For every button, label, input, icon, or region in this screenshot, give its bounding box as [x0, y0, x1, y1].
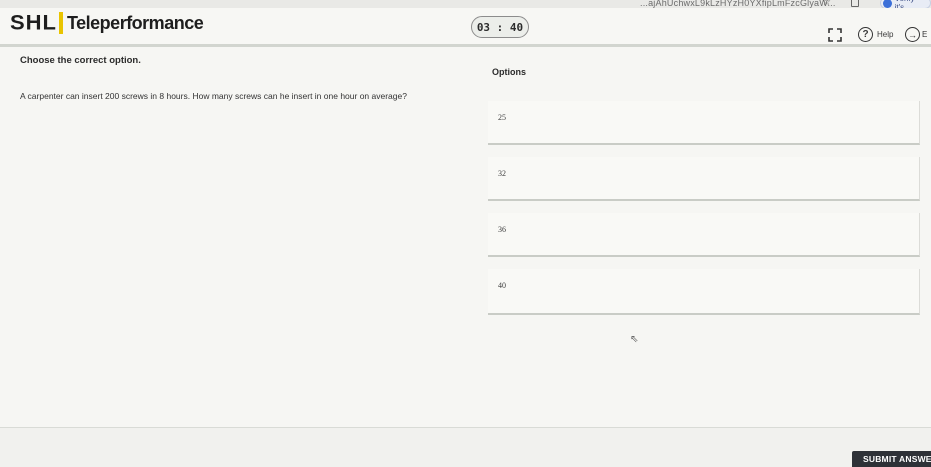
option-label: 32 — [498, 169, 506, 178]
option-40[interactable]: 40 — [488, 269, 920, 315]
option-label: 25 — [498, 113, 506, 122]
option-25[interactable]: 25 — [488, 101, 920, 145]
fullscreen-icon[interactable] — [828, 28, 842, 42]
options-heading: Options — [492, 67, 526, 77]
countdown-timer: 03 : 40 — [471, 16, 529, 38]
exit-icon: → — [905, 27, 920, 42]
option-label: 40 — [498, 281, 506, 290]
footer-bar: SUBMIT ANSWE — [0, 428, 931, 467]
brand-name: SHL — [10, 10, 57, 35]
app-header: SHL Teleperformance 03 : 40 ? Help → E — [0, 8, 931, 44]
exit-button[interactable]: → E — [905, 27, 927, 42]
cursor-icon: ⇖ — [630, 334, 639, 345]
verify-icon — [883, 0, 892, 8]
star-icon[interactable]: ☆ — [822, 0, 831, 8]
submit-answer-button[interactable]: SUBMIT ANSWE — [852, 451, 931, 467]
logo-mark — [59, 12, 63, 34]
help-button[interactable]: ? Help — [858, 27, 893, 42]
instruction-text: Choose the correct option. — [20, 55, 141, 66]
option-36[interactable]: 36 — [488, 213, 920, 257]
question-text: A carpenter can insert 200 screws in 8 h… — [20, 91, 407, 101]
help-label: Help — [877, 30, 894, 39]
browser-toolbar: ...ajAhUchwxL9kLzHYzH0YXfipLmFzcGlyaW...… — [0, 0, 931, 12]
question-panel: Choose the correct option. A carpenter c… — [0, 47, 931, 427]
address-bar-url[interactable]: ...ajAhUchwxL9kLzHYzH0YXfipLmFzcGlyaW... — [640, 0, 836, 8]
help-icon: ? — [858, 27, 873, 42]
option-32[interactable]: 32 — [488, 157, 920, 201]
brand-logo: SHL Teleperformance — [10, 10, 204, 36]
exit-label: E — [922, 30, 928, 39]
extension-icon[interactable] — [851, 0, 859, 7]
product-name: Teleperformance — [67, 12, 204, 33]
option-label: 36 — [498, 225, 506, 234]
